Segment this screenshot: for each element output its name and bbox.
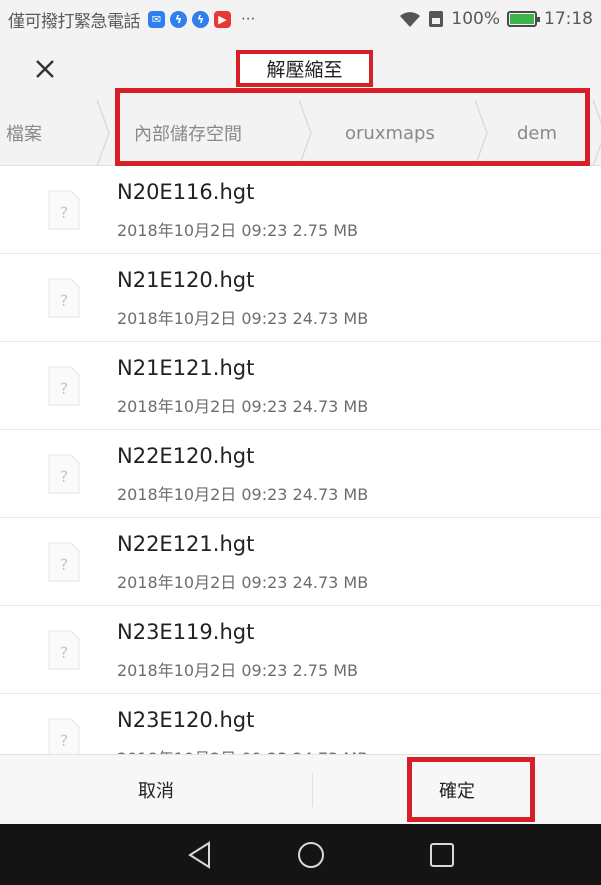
breadcrumb-internal-storage[interactable]: 內部儲存空間 — [134, 100, 242, 166]
list-item[interactable]: ? N21E120.hgt 2018年10月2日 09:23 24.73 MB — [0, 254, 601, 342]
file-meta: 2018年10月2日 09:23 24.73 MB — [117, 745, 368, 754]
battery-icon — [507, 11, 540, 27]
sim-icon — [429, 11, 444, 27]
unknown-file-icon: ? — [48, 278, 80, 318]
unknown-file-icon: ? — [48, 542, 80, 582]
file-name: N21E120.hgt — [117, 268, 255, 292]
status-right: 100% 17:18 — [399, 9, 593, 29]
breadcrumb-separator-icon — [592, 100, 601, 166]
messenger-icon: ϟ — [192, 10, 209, 28]
mail-icon: ✉ — [148, 10, 165, 28]
breadcrumb-oruxmaps[interactable]: oruxmaps — [345, 100, 435, 166]
unknown-file-icon: ? — [48, 366, 80, 406]
list-item[interactable]: ? N22E120.hgt 2018年10月2日 09:23 24.73 MB — [0, 430, 601, 518]
file-name: N23E120.hgt — [117, 708, 255, 732]
battery-percent: 100% — [451, 9, 500, 29]
more-notifications: ··· — [241, 10, 256, 28]
unknown-file-icon: ? — [48, 454, 80, 494]
svg-text:?: ? — [60, 379, 69, 398]
svg-text:?: ? — [60, 643, 69, 662]
dialog-header: 解壓縮至 — [0, 38, 601, 100]
messenger-icon: ϟ — [170, 10, 187, 28]
file-list[interactable]: ? N20E116.hgt 2018年10月2日 09:23 2.75 MB ?… — [0, 166, 601, 754]
recents-icon[interactable] — [425, 838, 459, 872]
unknown-file-icon: ? — [48, 190, 80, 230]
unknown-file-icon: ? — [48, 630, 80, 670]
battery-level — [510, 14, 534, 24]
file-name: N22E121.hgt — [117, 532, 255, 556]
wifi-icon — [400, 12, 421, 27]
list-item[interactable]: ? N20E116.hgt 2018年10月2日 09:23 2.75 MB — [0, 166, 601, 254]
back-icon[interactable] — [183, 838, 217, 872]
file-meta: 2018年10月2日 09:23 2.75 MB — [117, 661, 359, 680]
youtube-icon: ▶ — [214, 10, 231, 28]
breadcrumb-dem[interactable]: dem — [517, 100, 557, 166]
dialog-title: 解壓縮至 — [236, 50, 373, 87]
list-item[interactable]: ? N23E120.hgt 2018年10月2日 09:23 24.73 MB — [0, 694, 601, 754]
clock: 17:18 — [544, 9, 593, 29]
carrier-text: 僅可撥打緊急電話 — [8, 11, 141, 32]
list-item[interactable]: ? N21E121.hgt 2018年10月2日 09:23 24.73 MB — [0, 342, 601, 430]
file-meta: 2018年10月2日 09:23 24.73 MB — [117, 309, 369, 328]
status-bar: 僅可撥打緊急電話 ✉ ϟ ϟ ▶ ··· 100% 17:18 — [0, 0, 601, 38]
navigation-bar — [0, 824, 601, 885]
breadcrumb-files[interactable]: 檔案 — [6, 100, 42, 166]
dialog-actions: 取消 確定 — [0, 754, 601, 824]
file-name: N23E119.hgt — [117, 620, 255, 644]
file-name: N22E120.hgt — [117, 444, 255, 468]
notification-icons: ✉ ϟ ϟ ▶ ··· — [148, 10, 255, 28]
list-item[interactable]: ? N23E119.hgt 2018年10月2日 09:23 2.75 MB — [0, 606, 601, 694]
file-name: N21E121.hgt — [117, 356, 255, 380]
cancel-button[interactable]: 取消 — [0, 755, 312, 825]
svg-text:?: ? — [60, 203, 69, 222]
breadcrumb-separator-icon — [474, 100, 488, 166]
svg-text:?: ? — [60, 555, 69, 574]
file-meta: 2018年10月2日 09:23 24.73 MB — [117, 397, 369, 416]
unknown-file-icon: ? — [48, 718, 80, 754]
file-meta: 2018年10月2日 09:23 24.73 MB — [117, 573, 369, 592]
breadcrumb-separator-icon — [298, 100, 312, 166]
list-item[interactable]: ? N22E121.hgt 2018年10月2日 09:23 24.73 MB — [0, 518, 601, 606]
home-icon[interactable] — [294, 838, 328, 872]
breadcrumb-separator-icon — [96, 100, 110, 166]
file-meta: 2018年10月2日 09:23 24.73 MB — [117, 485, 369, 504]
svg-text:?: ? — [60, 291, 69, 310]
close-icon[interactable] — [28, 52, 62, 86]
svg-text:?: ? — [60, 731, 69, 750]
svg-text:?: ? — [60, 467, 69, 486]
file-meta: 2018年10月2日 09:23 2.75 MB — [117, 221, 359, 240]
file-name: N20E116.hgt — [117, 180, 255, 204]
breadcrumb: 檔案 內部儲存空間 oruxmaps dem — [0, 100, 601, 166]
confirm-button[interactable]: 確定 — [313, 755, 601, 825]
